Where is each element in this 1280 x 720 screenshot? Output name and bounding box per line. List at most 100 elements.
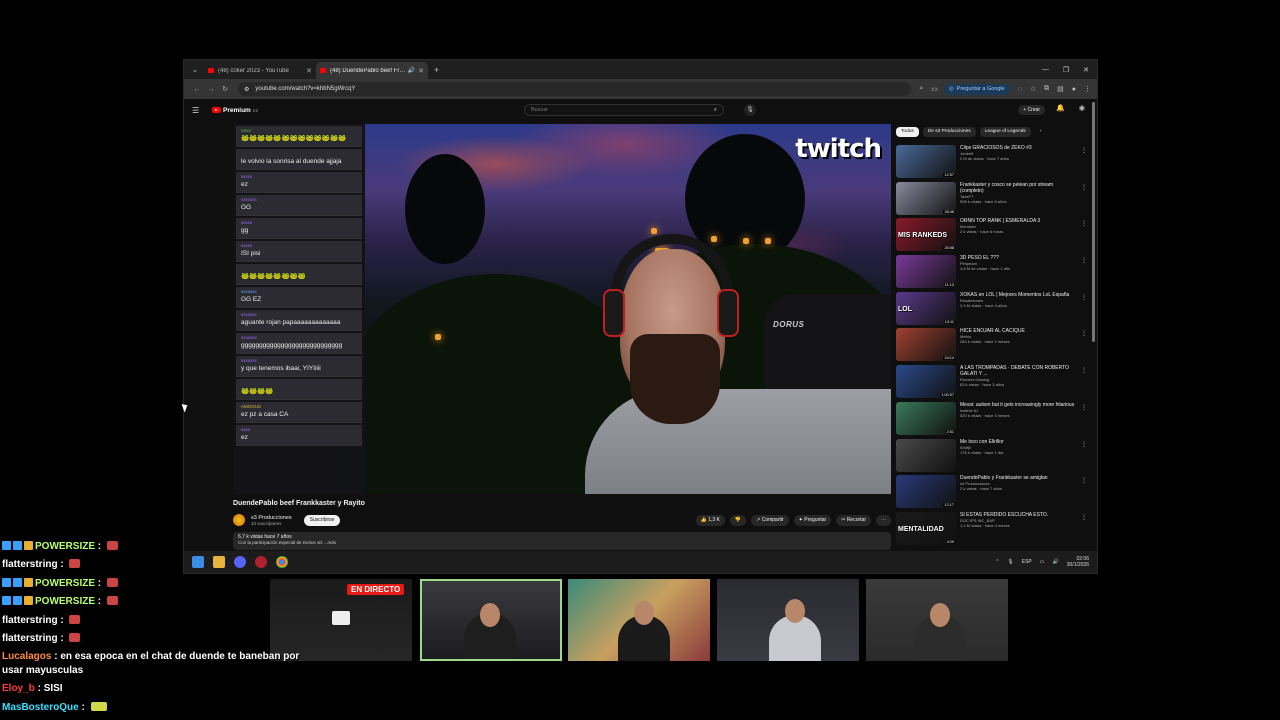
recommended-video[interactable]: 12:17 DuendePablo y Frankkaster se amigla… bbox=[896, 475, 1091, 512]
scrollbar-thumb[interactable] bbox=[1092, 102, 1095, 342]
reload-icon[interactable]: ↻ bbox=[218, 85, 232, 93]
chat-username[interactable]: POWERSIZE bbox=[35, 596, 95, 607]
recommended-video[interactable]: 1:00:57 A LAS TROMPADAS · DEBATE CON ROBE… bbox=[896, 365, 1091, 402]
close-icon[interactable]: ✕ bbox=[306, 67, 312, 75]
more-options-icon[interactable]: ⋮ bbox=[1081, 367, 1087, 374]
more-options-icon[interactable]: ⋮ bbox=[1081, 220, 1087, 227]
tray-chevron-icon[interactable]: ⌃ bbox=[995, 559, 999, 565]
dislike-button[interactable]: 👎 bbox=[729, 514, 747, 526]
tab-1[interactable]: (48) c0ker 2023 - YouTube ✕ bbox=[204, 62, 316, 79]
menu-icon[interactable]: ⋮ bbox=[1084, 85, 1091, 93]
camera-thumb-5[interactable] bbox=[866, 579, 1008, 661]
search-input[interactable]: Buscar ⌕ bbox=[524, 104, 724, 116]
speaker-icon[interactable]: 🔊 bbox=[408, 67, 415, 74]
chat-username[interactable]: POWERSIZE bbox=[35, 578, 95, 589]
like-button[interactable]: 👍 1,3 K bbox=[695, 514, 725, 526]
chat-username[interactable]: Eloy_b bbox=[2, 683, 35, 694]
chat-username[interactable]: MasBosteroQue bbox=[2, 702, 79, 713]
chevron-right-icon[interactable]: › bbox=[1035, 127, 1047, 137]
extensions-icon[interactable]: ⧉ bbox=[1044, 85, 1049, 93]
language-indicator[interactable]: ESP bbox=[1022, 559, 1032, 565]
recommended-video[interactable]: 12:57 Clips GRACIOSOS de ZEKO #3 Jontrelf 2… bbox=[896, 145, 1091, 182]
video-thumbnail[interactable]: 28:46 bbox=[896, 181, 956, 215]
restore-icon[interactable]: ❐ bbox=[1063, 66, 1069, 74]
clock[interactable]: 02:06 30/1/2026 bbox=[1067, 556, 1089, 568]
video-title-link[interactable]: Frankkaster y cosco se pelean por stream… bbox=[960, 182, 1078, 194]
url-input[interactable]: ⚙ youtube.com/watch?v=khbN5gWrcqY bbox=[238, 82, 912, 96]
channel-name[interactable]: s3 Producciones bbox=[251, 515, 292, 521]
video-thumbnail[interactable]: MENTALIDAD 4:29 bbox=[896, 511, 956, 545]
forward-icon[interactable]: → bbox=[204, 86, 218, 93]
new-tab-icon[interactable]: + bbox=[434, 65, 439, 75]
recommended-video[interactable]: LOL 13:11 XOKAS en LOL | Mejores Momentos … bbox=[896, 291, 1091, 329]
recommended-video[interactable]: 11:13 3D PESO EL ??? Pimpeam 4,8 M de vista… bbox=[896, 255, 1091, 292]
chat-username[interactable]: POWERSIZE bbox=[35, 541, 95, 552]
recommended-video[interactable]: 28:46 Frankkaster y cosco se pelean por s… bbox=[896, 181, 1091, 219]
video-thumbnail[interactable] bbox=[896, 438, 956, 472]
more-options-icon[interactable]: ⋮ bbox=[1081, 184, 1087, 191]
scrollbar[interactable] bbox=[1091, 102, 1096, 552]
more-actions-icon[interactable]: ⋯ bbox=[876, 514, 891, 526]
camera-thumb-3[interactable] bbox=[568, 579, 710, 661]
subscribe-button[interactable]: Suscribirse bbox=[303, 514, 341, 526]
recommended-video[interactable]: MIS RANKEDS 26:58 ORNN TOP RANK | ESMERALD… bbox=[896, 218, 1091, 255]
video-thumbnail[interactable]: 11:13 bbox=[896, 255, 956, 289]
chat-username[interactable]: flatterstring bbox=[2, 559, 58, 570]
back-icon[interactable]: ← bbox=[190, 86, 204, 93]
cast-icon[interactable]: ▭ bbox=[931, 85, 938, 93]
camera-thumb-2-selected[interactable] bbox=[420, 579, 562, 661]
profile-icon[interactable]: ● bbox=[1072, 86, 1076, 93]
notifications-icon[interactable]: 🔔 bbox=[1056, 104, 1065, 112]
ask-google-button[interactable]: ◎ Preguntar a Google bbox=[943, 83, 1010, 95]
video-title-link[interactable]: Messi: autism but it gets increasingly m… bbox=[960, 402, 1078, 408]
mic-tray-icon[interactable]: 🎙 bbox=[1007, 559, 1013, 565]
more-options-icon[interactable]: ⋮ bbox=[1081, 441, 1087, 448]
filter-chip[interactable]: League of Legends bbox=[979, 127, 1031, 137]
star-icon[interactable]: ☆ bbox=[1030, 85, 1036, 93]
chat-username[interactable]: flatterstring bbox=[2, 615, 58, 626]
recommended-video[interactable]: MENTALIDAD 4:29 SI ESTAS PERDIDO ESCUCHA E… bbox=[896, 511, 1091, 549]
more-options-icon[interactable]: ⋮ bbox=[1081, 257, 1087, 264]
eye-off-icon[interactable]: ◌ bbox=[1018, 86, 1022, 93]
video-thumbnail[interactable]: LOL 13:11 bbox=[896, 291, 956, 325]
search-icon[interactable]: ⌕ bbox=[714, 107, 717, 114]
volume-icon[interactable]: 🔊 bbox=[1053, 559, 1059, 565]
video-thumbnail[interactable]: 12:17 bbox=[896, 475, 956, 509]
network-icon[interactable]: ▭ bbox=[1040, 559, 1045, 565]
more-options-icon[interactable]: ⋮ bbox=[1081, 330, 1087, 337]
microphone-icon[interactable]: 🎙 bbox=[744, 104, 756, 116]
description-box[interactable]: 6,7 k vistas hace 7 años Con la particip… bbox=[233, 532, 891, 550]
video-thumbnail[interactable]: 24:14 bbox=[896, 328, 956, 362]
site-info-icon[interactable]: ⚙ bbox=[244, 86, 249, 93]
recommended-video[interactable]: Me toco con Ellrillor Wolfjk 178 k vistas … bbox=[896, 438, 1091, 476]
clip-button[interactable]: ✂ Recortar bbox=[836, 514, 871, 526]
more-options-icon[interactable]: ⋮ bbox=[1081, 147, 1087, 154]
video-title-link[interactable]: A LAS TROMPADAS · DEBATE CON ROBERTO GAL… bbox=[960, 365, 1078, 377]
video-player[interactable]: DORUS twitch xXxx 🐸🐸🐸🐸🐸🐸🐸🐸🐸🐸🐸🐸🐸 le volvio … bbox=[233, 124, 891, 494]
tab-2-active[interactable]: (48) DuendePablo beef Frankkaster y Rayi… bbox=[316, 62, 428, 79]
hamburger-menu-icon[interactable]: ☰ bbox=[192, 106, 208, 115]
tab-search-icon[interactable]: ⌄ bbox=[188, 63, 202, 77]
more-options-icon[interactable]: ⋮ bbox=[1081, 294, 1087, 301]
ask-button[interactable]: ✦ Preguntar bbox=[793, 514, 832, 526]
video-thumbnail[interactable]: 2:51 bbox=[896, 401, 956, 435]
share-button[interactable]: ↗ Compartir bbox=[751, 514, 789, 526]
chat-username[interactable]: Lucalagos bbox=[2, 651, 51, 662]
video-title-link[interactable]: XOKAS en LOL | Mejores Momentos LoL Espa… bbox=[960, 292, 1078, 298]
video-thumbnail[interactable]: MIS RANKEDS 26:58 bbox=[896, 218, 956, 252]
recommended-video[interactable]: 2:51 Messi: autism but it gets increasing… bbox=[896, 401, 1091, 439]
recommended-video[interactable]: 24:14 HICE ENOJAR AL CACIQUE Mefrio 284 k v… bbox=[896, 328, 1091, 365]
create-button[interactable]: + Crear bbox=[1018, 105, 1045, 115]
sidepanel-icon[interactable]: ▤ bbox=[1057, 85, 1064, 93]
camera-thumb-4[interactable] bbox=[717, 579, 859, 661]
channel-avatar[interactable] bbox=[233, 514, 245, 526]
youtube-logo[interactable]: Premium ES bbox=[212, 107, 258, 114]
chat-username[interactable]: flatterstring bbox=[2, 633, 58, 644]
account-avatar-icon[interactable]: ◉ bbox=[1079, 104, 1085, 112]
more-options-icon[interactable]: ⋮ bbox=[1081, 514, 1087, 521]
close-icon[interactable]: ✕ bbox=[418, 67, 424, 75]
more-options-icon[interactable]: ⋮ bbox=[1081, 404, 1087, 411]
more-options-icon[interactable]: ⋮ bbox=[1081, 477, 1087, 484]
close-window-icon[interactable]: ✕ bbox=[1083, 66, 1089, 74]
minimize-icon[interactable]: — bbox=[1042, 66, 1049, 74]
